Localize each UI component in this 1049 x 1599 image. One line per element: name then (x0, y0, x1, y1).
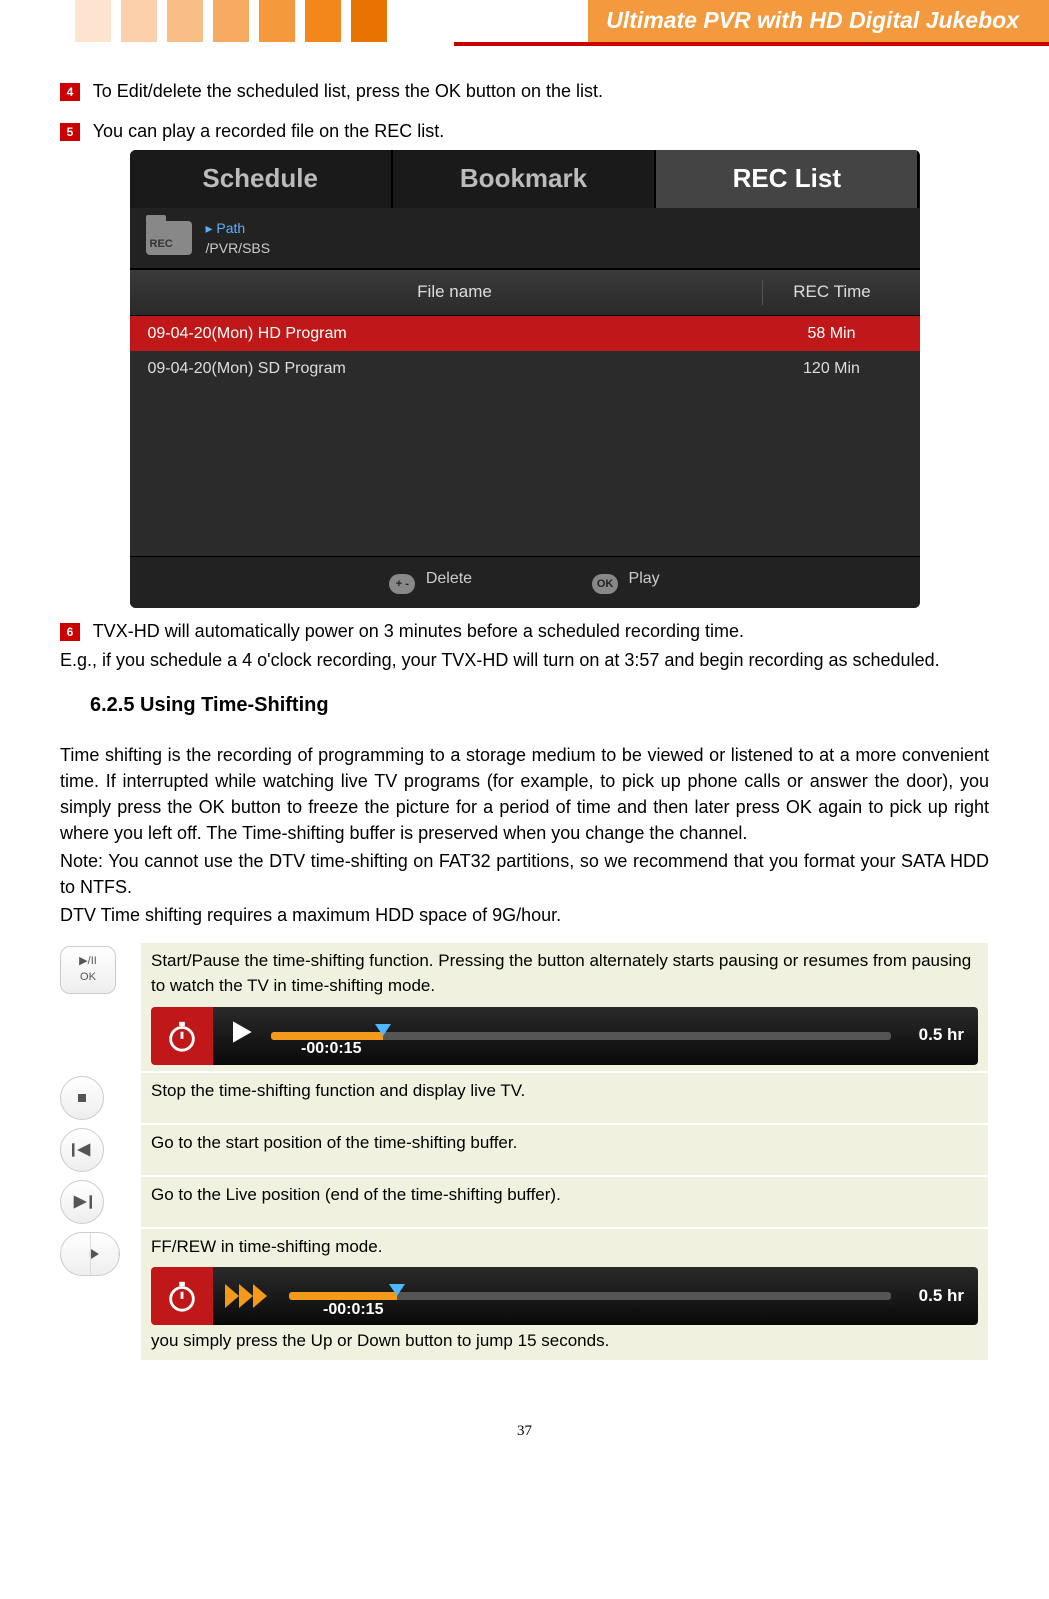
stop-button-icon (60, 1076, 104, 1120)
stopwatch-icon (151, 1267, 213, 1325)
timeshift-timeline-ff: -00:0:15 0.5 hr (151, 1267, 978, 1325)
left-right-button-icon (60, 1232, 120, 1276)
rec-folder-icon: REC (146, 221, 192, 255)
tab-bookmark[interactable]: Bookmark (393, 150, 656, 208)
step-4-text: To Edit/delete the scheduled list, press… (93, 81, 603, 101)
ffrew-desc: FF/REW in time-shifting mode. (151, 1237, 382, 1256)
section-heading: 6.2.5 Using Time-Shifting (90, 691, 989, 720)
step-5-text: You can play a recorded file on the REC … (93, 121, 445, 141)
rec-footer: + - Delete OK Play (130, 556, 920, 608)
timeshift-para-3: DTV Time shifting requires a maximum HDD… (60, 902, 989, 928)
ffrew-tail: you simply press the Up or Down button t… (151, 1329, 978, 1354)
plus-minus-icon: + - (389, 574, 415, 594)
step-number-5-icon: 5 (60, 123, 80, 141)
page-number: 37 (60, 1421, 989, 1443)
right-arrow-icon (91, 1249, 120, 1259)
timeshift-timeline-play: -00:0:15 0.5 hr (151, 1007, 978, 1065)
play-pause-ok-button-icon: ▶/II OK (60, 946, 116, 994)
next-desc: Go to the Live position (end of the time… (140, 1176, 989, 1228)
fast-forward-icon (225, 1280, 275, 1312)
rec-table-header: File name REC Time (130, 269, 920, 316)
table-row[interactable]: 09-04-20(Mon) SD Program 120 Min (130, 351, 920, 386)
step-6: 6 TVX-HD will automatically power on 3 m… (60, 618, 989, 644)
left-arrow-icon (61, 1249, 90, 1259)
step-4: 4 To Edit/delete the scheduled list, pre… (60, 78, 989, 104)
play-icon (225, 1016, 257, 1056)
playpause-desc: Start/Pause the time-shifting function. … (151, 951, 971, 995)
stopwatch-icon (151, 1007, 213, 1065)
timeshift-controls-table: ▶/II OK Start/Pause the time-shifting fu… (60, 942, 989, 1361)
play-label: Play (629, 570, 660, 587)
stop-desc: Stop the time-shifting function and disp… (140, 1072, 989, 1124)
skip-prev-button-icon (60, 1128, 104, 1172)
timeshift-para-1: Time shifting is the recording of progra… (60, 742, 989, 846)
skip-next-button-icon (60, 1180, 104, 1224)
step-number-4-icon: 4 (60, 83, 80, 101)
rec-path: ▸ Path /PVR/SBS (206, 218, 271, 259)
header-title: Ultimate PVR with HD Digital Jukebox (588, 0, 1049, 42)
prev-desc: Go to the start position of the time-shi… (140, 1124, 989, 1176)
tab-schedule[interactable]: Schedule (130, 150, 393, 208)
step-number-6-icon: 6 (60, 623, 80, 641)
page-header: Ultimate PVR with HD Digital Jukebox (0, 0, 1049, 48)
table-row[interactable]: 09-04-20(Mon) HD Program 58 Min (130, 316, 920, 351)
delete-label: Delete (426, 570, 472, 587)
ok-icon: OK (592, 574, 618, 594)
step-6-example: E.g., if you schedule a 4 o'clock record… (60, 647, 989, 673)
step-6-text: TVX-HD will automatically power on 3 min… (93, 621, 744, 641)
rec-list-screenshot: Schedule Bookmark REC List REC ▸ Path /P… (130, 150, 920, 608)
timeshift-note: Note: You cannot use the DTV time-shifti… (60, 848, 989, 900)
tab-reclist[interactable]: REC List (656, 150, 919, 208)
step-5: 5 You can play a recorded file on the RE… (60, 118, 989, 144)
